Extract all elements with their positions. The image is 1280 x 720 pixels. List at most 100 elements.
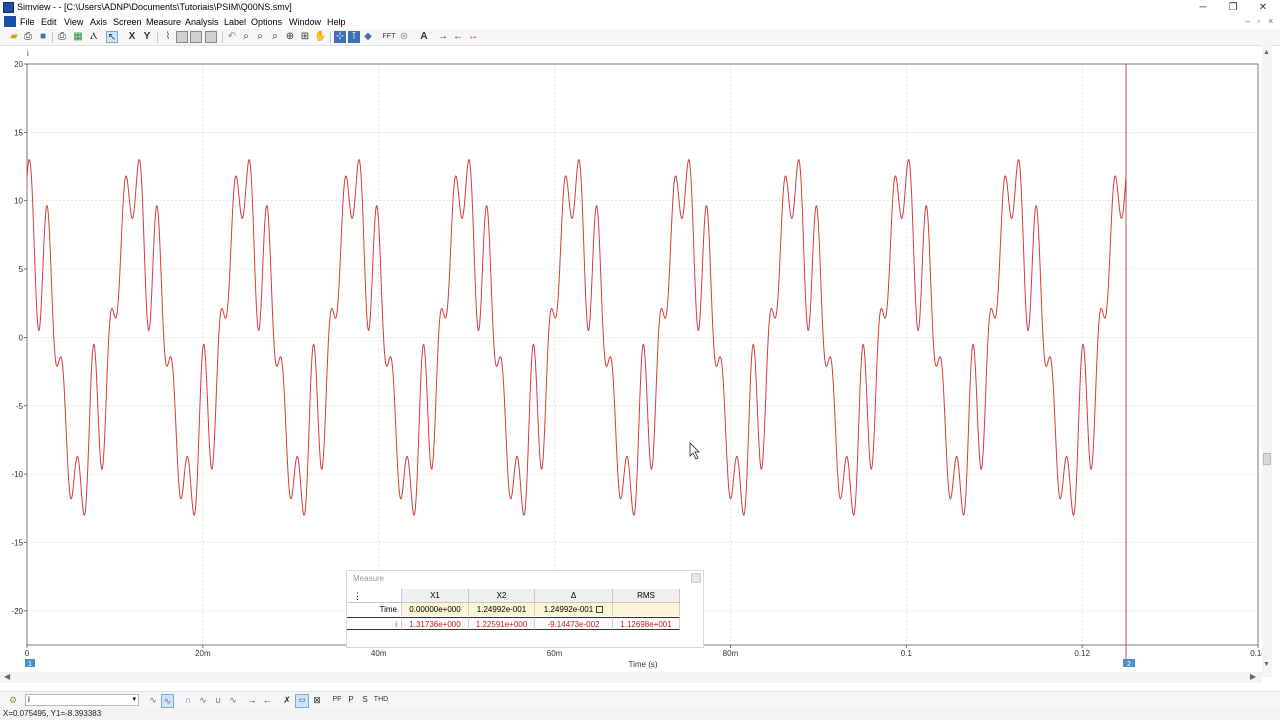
mouse-pointer-icon bbox=[689, 442, 700, 460]
scroll-left-icon[interactable]: ◀ bbox=[4, 672, 10, 681]
plot-icon[interactable]: ⌇ bbox=[162, 31, 174, 43]
min-max-icon[interactable]: ◆ bbox=[362, 31, 374, 43]
menu-options[interactable]: Options bbox=[251, 17, 282, 27]
x-axis-button[interactable]: X bbox=[126, 31, 138, 43]
close-button[interactable]: ✕ bbox=[1248, 0, 1278, 15]
document-icon[interactable] bbox=[4, 16, 16, 27]
y-tick-label: -5 bbox=[16, 402, 24, 411]
zoom-in-icon[interactable]: ⌕ bbox=[254, 31, 266, 43]
vertical-scrollbar[interactable]: ▲ ▼ bbox=[1262, 45, 1272, 677]
x-tick-label: 0.14 bbox=[1250, 649, 1262, 658]
menu-window[interactable]: Window bbox=[289, 17, 321, 27]
time-rms-value bbox=[613, 603, 680, 616]
arrow-right-icon[interactable]: → bbox=[437, 31, 449, 43]
mdi-close-button[interactable]: × bbox=[1268, 16, 1273, 26]
header-x1: X1 bbox=[402, 589, 469, 603]
menu-help[interactable]: Help bbox=[327, 17, 346, 27]
mdi-minimize-button[interactable]: – bbox=[1245, 16, 1250, 26]
fft-button[interactable]: FFT bbox=[381, 31, 397, 43]
y-axis-button[interactable]: Y bbox=[141, 31, 153, 43]
title-bar: Simview - - [C:\Users\ADNP\Documents\Tut… bbox=[0, 0, 1280, 15]
math4-icon[interactable]: ∿ bbox=[227, 694, 239, 706]
s-button[interactable]: S bbox=[360, 694, 370, 706]
print-preview-icon[interactable]: ⎙ bbox=[56, 31, 68, 43]
i-delta-value: -9.14473e-002 bbox=[535, 617, 613, 630]
menu-file[interactable]: File bbox=[20, 17, 35, 27]
paste-icon[interactable]: Ⲁ bbox=[88, 31, 100, 43]
y-tick-label: 0 bbox=[19, 333, 24, 342]
x-tick-label: 0.12 bbox=[1074, 649, 1090, 658]
save-icon[interactable]: ■ bbox=[37, 31, 49, 43]
scroll-up-icon[interactable]: ▲ bbox=[1263, 49, 1270, 56]
clear-icon[interactable]: ✗ bbox=[281, 694, 293, 706]
pan-icon[interactable]: ✋ bbox=[314, 31, 326, 43]
signal-select[interactable]: i ▾ bbox=[25, 694, 139, 706]
measure-close-button[interactable] bbox=[691, 573, 701, 583]
measure-icon[interactable]: ⊹ bbox=[334, 31, 346, 43]
pf-button[interactable]: PF bbox=[330, 694, 344, 706]
zoom-icon[interactable]: ⌕ bbox=[240, 31, 252, 43]
avg-icon[interactable]: ▭ bbox=[295, 694, 309, 708]
marker-icon[interactable]: ⊺ bbox=[348, 31, 360, 43]
bottom-toolbar: ⚙ i ▾ ∿ ∿ ∩ ∿ ∪ ∿ → ← ✗ ▭ ⊠ PF P S THD bbox=[0, 691, 1280, 708]
minimize-button[interactable]: ─ bbox=[1188, 0, 1218, 15]
p-button[interactable]: P bbox=[346, 694, 356, 706]
scroll-down-icon[interactable]: ▼ bbox=[1263, 661, 1270, 668]
y-tick-label: 5 bbox=[19, 265, 24, 274]
settings-icon[interactable]: ⊛ bbox=[398, 31, 410, 43]
prev-icon[interactable]: ← bbox=[261, 694, 273, 706]
copy-icon[interactable]: ▦ bbox=[72, 31, 84, 43]
x-axis-label: Time (s) bbox=[628, 660, 657, 669]
vertical-scroll-thumb[interactable] bbox=[1263, 453, 1271, 465]
scroll-right-icon[interactable]: ▶ bbox=[1250, 672, 1256, 681]
y-axis-tick-labels: 20 15 10 5 0 -5 -10 -15 -20 bbox=[11, 60, 23, 616]
x-tick-label: 80m bbox=[723, 649, 739, 658]
thd-button[interactable]: THD bbox=[373, 694, 389, 706]
window-title: Simview - - [C:\Users\ADNP\Documents\Tut… bbox=[17, 2, 292, 12]
print-icon[interactable]: ⎙ bbox=[22, 31, 34, 43]
menu-screen[interactable]: Screen bbox=[113, 17, 142, 27]
menu-axis[interactable]: Axis bbox=[90, 17, 107, 27]
undo-icon[interactable]: ↶ bbox=[226, 31, 238, 43]
cursor-1-marker[interactable]: 1 bbox=[25, 659, 35, 668]
measure-panel[interactable]: Measure ⋮ X1 X2 Δ RMS Time 0.00000e+000 … bbox=[346, 570, 704, 648]
text-button[interactable]: A bbox=[418, 31, 430, 43]
math2-icon[interactable]: ∿ bbox=[197, 694, 209, 706]
layout-icon[interactable] bbox=[190, 31, 202, 43]
curve-icon[interactable]: ∿ bbox=[147, 694, 159, 706]
mdi-restore-button[interactable]: ▫ bbox=[1257, 16, 1260, 26]
horizontal-scrollbar[interactable]: ◀ ▶ bbox=[0, 672, 1262, 683]
gear-icon[interactable]: ⚙ bbox=[7, 694, 19, 706]
chevron-down-icon[interactable]: ▾ bbox=[132, 695, 136, 705]
box-icon[interactable]: ⊠ bbox=[311, 694, 323, 706]
menu-edit[interactable]: Edit bbox=[41, 17, 57, 27]
plot-grid bbox=[26, 63, 1259, 645]
math-icon[interactable]: ∩ bbox=[182, 694, 194, 706]
zoom-out-icon[interactable]: ⌕ bbox=[269, 31, 281, 43]
menu-view[interactable]: View bbox=[64, 17, 83, 27]
row-time-label: Time bbox=[347, 603, 402, 616]
toolbar-separator bbox=[222, 32, 223, 43]
color-icon[interactable] bbox=[205, 31, 217, 43]
zoom-fit-icon[interactable]: ⊕ bbox=[284, 31, 296, 43]
zoom-region-icon[interactable]: ⊞ bbox=[299, 31, 311, 43]
measure-menu-icon[interactable]: ⋮ bbox=[347, 589, 402, 603]
menu-analysis[interactable]: Analysis bbox=[185, 17, 219, 27]
cursor-2-marker[interactable]: 2 bbox=[1123, 659, 1136, 668]
maximize-button[interactable]: ❐ bbox=[1218, 0, 1248, 15]
y-tick-label: 15 bbox=[14, 128, 23, 137]
menu-measure[interactable]: Measure bbox=[146, 17, 181, 27]
i-x1-value: 1.31736e+000 bbox=[402, 617, 469, 630]
arrow-left-icon[interactable]: ← bbox=[452, 31, 464, 43]
cursor-icon[interactable]: ↖ bbox=[106, 31, 118, 43]
curve-active-icon[interactable]: ∿ bbox=[161, 694, 174, 708]
grid-icon[interactable] bbox=[176, 31, 188, 43]
x-tick-label: 60m bbox=[547, 649, 563, 658]
double-arrow-icon[interactable]: ↔ bbox=[467, 31, 479, 43]
next-icon[interactable]: → bbox=[246, 694, 258, 706]
open-icon[interactable]: ▰ bbox=[8, 31, 20, 43]
status-coordinates: X=0.075495, Y1=-8.393383 bbox=[3, 709, 102, 718]
menu-label[interactable]: Label bbox=[224, 17, 246, 27]
lock-icon[interactable] bbox=[596, 606, 604, 614]
math3-icon[interactable]: ∪ bbox=[212, 694, 224, 706]
